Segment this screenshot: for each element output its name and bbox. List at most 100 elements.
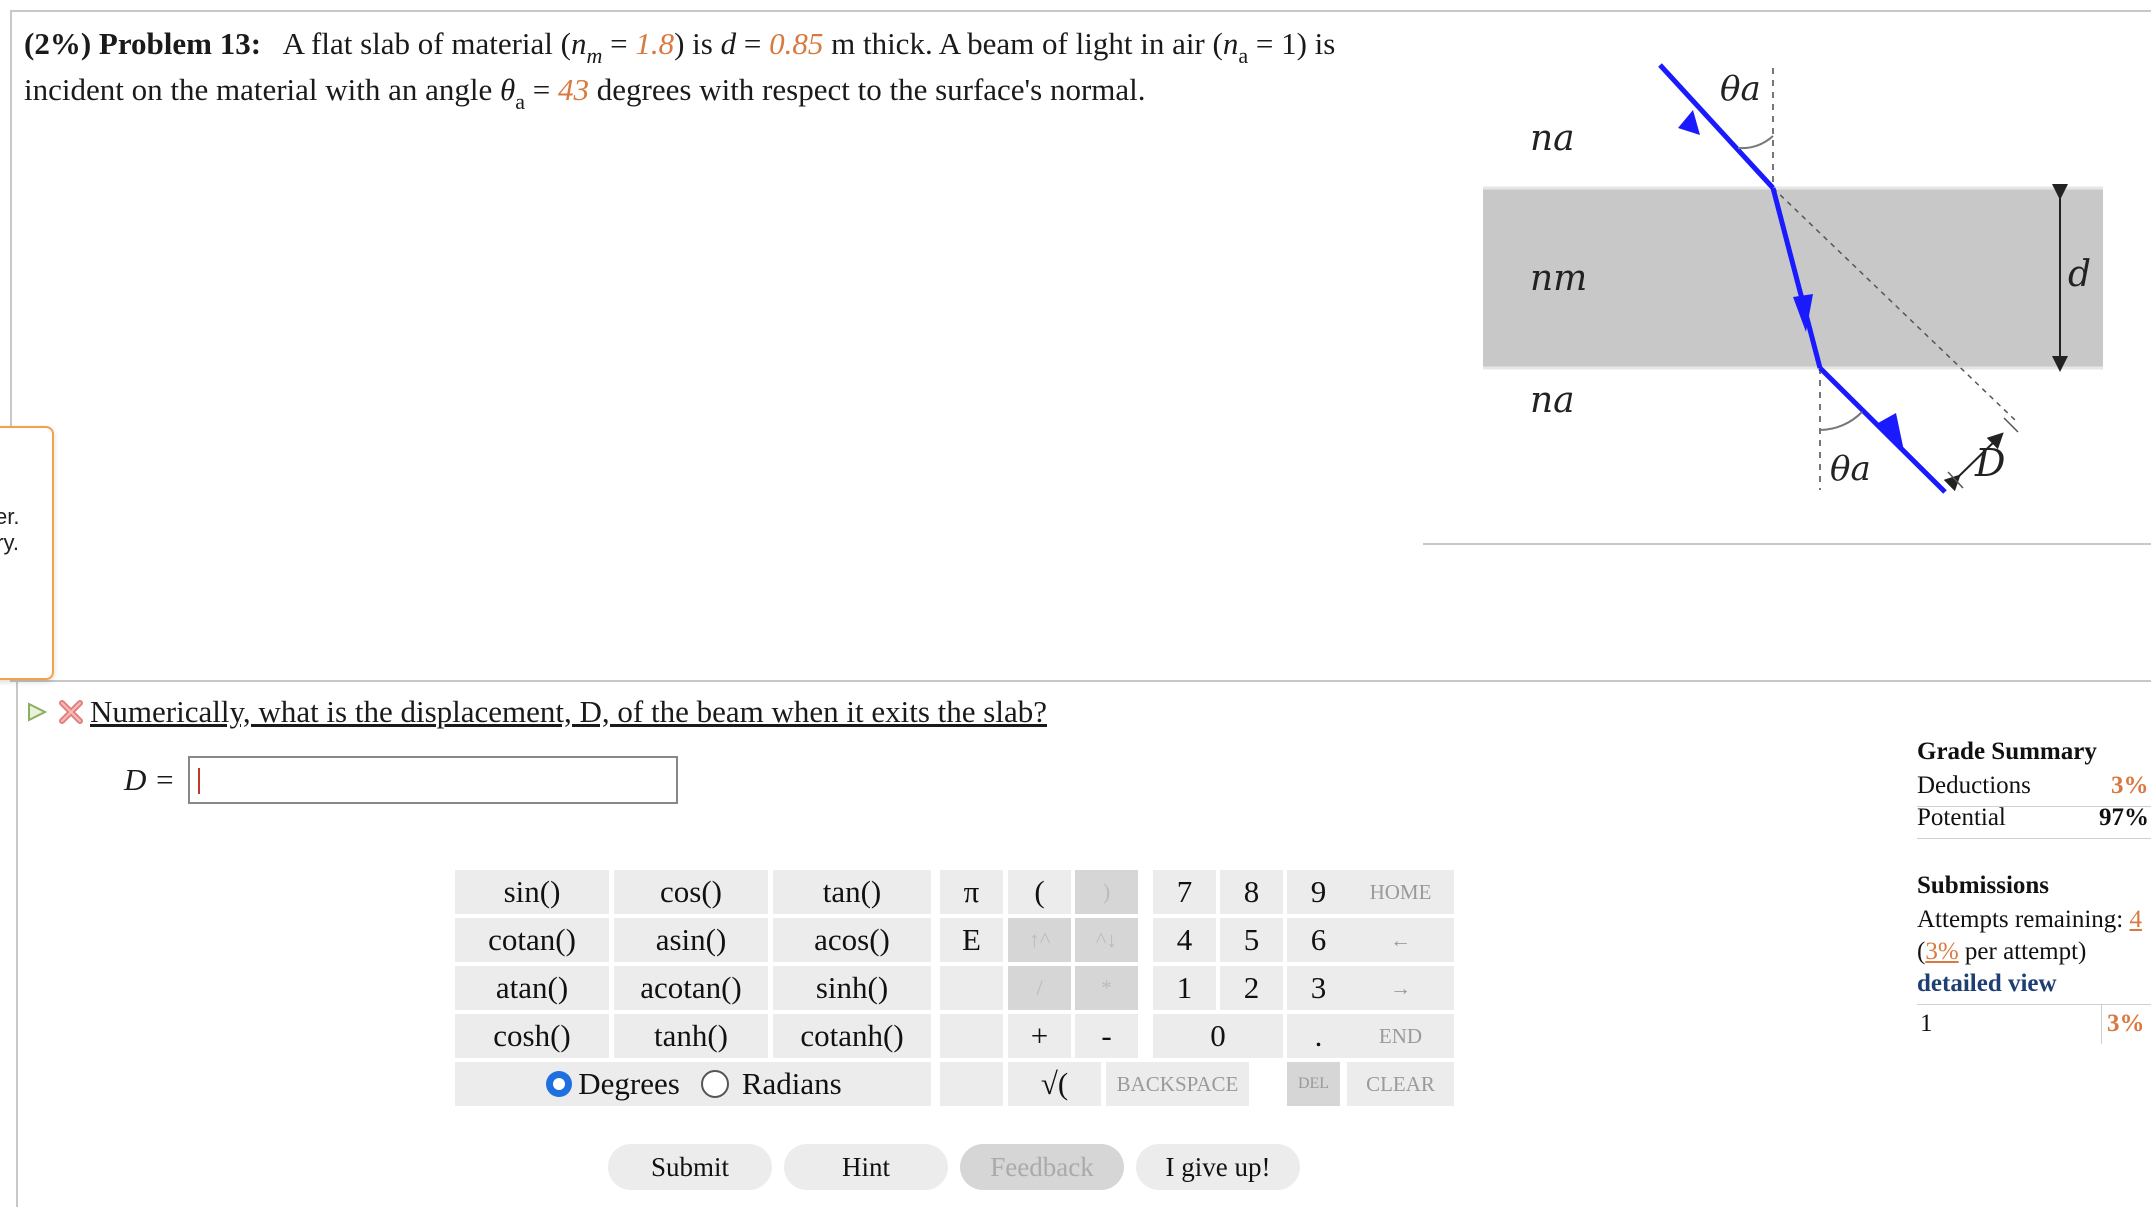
key-decimal[interactable]: .	[1287, 1014, 1350, 1058]
key-open-paren[interactable]: (	[1008, 870, 1071, 914]
key-divide[interactable]: /	[1008, 966, 1071, 1010]
frame-top-border	[10, 10, 2151, 12]
degrees-label: Degrees	[578, 1066, 680, 1101]
fig-label-na-top: na	[1530, 118, 1575, 159]
key-cotan[interactable]: cotan()	[455, 918, 609, 962]
key-9[interactable]: 9	[1287, 870, 1350, 914]
fig-d-label: d	[2068, 254, 2091, 295]
submit-button[interactable]: Submit	[608, 1144, 772, 1190]
slab-diagram: na nm na θa θa d D	[1423, 63, 2151, 545]
potential-label: Potential	[1917, 804, 2006, 831]
value-nm: 1.8	[635, 26, 675, 61]
eq-3: =	[525, 72, 559, 107]
incident-arrowhead	[1678, 110, 1700, 135]
key-blank-1	[940, 966, 1003, 1010]
deductions-value: 3%	[2111, 772, 2149, 799]
key-e[interactable]: E	[940, 918, 1003, 962]
value-d: 0.85	[769, 26, 824, 61]
key-blank-3	[940, 1062, 1003, 1106]
attempts-remaining: Attempts remaining: 4	[1917, 906, 2142, 934]
help-tooltip: ver. ory.	[0, 426, 54, 680]
var-theta-sub: a	[515, 89, 526, 114]
key-multiply[interactable]: *	[1075, 966, 1138, 1010]
key-right[interactable]: →	[1347, 966, 1454, 1010]
problem-text-2: ) is	[674, 26, 721, 61]
key-4[interactable]: 4	[1153, 918, 1216, 962]
incorrect-x-icon	[59, 700, 83, 724]
attempts-label: Attempts remaining:	[1917, 906, 2130, 933]
key-8[interactable]: 8	[1220, 870, 1283, 914]
key-down-arrow[interactable]: ^↓	[1075, 918, 1138, 962]
feedback-button[interactable]: Feedback	[960, 1144, 1124, 1190]
key-sinh[interactable]: sinh()	[773, 966, 931, 1010]
answer-input[interactable]	[188, 756, 678, 804]
eq-2: =	[736, 26, 770, 61]
eq-1: =	[602, 26, 636, 61]
key-2[interactable]: 2	[1220, 966, 1283, 1010]
key-sqrt[interactable]: √(	[1008, 1062, 1101, 1106]
key-5[interactable]: 5	[1220, 918, 1283, 962]
play-triangle-icon[interactable]	[26, 701, 48, 723]
deductions-label: Deductions	[1917, 772, 2031, 799]
tooltip-line-1: ver.	[0, 504, 20, 529]
problem-statement-line1: (2%) Problem 13: A flat slab of material…	[24, 22, 1335, 69]
key-acos[interactable]: acos()	[773, 918, 931, 962]
var-n-a-sub: a	[1238, 43, 1249, 68]
key-acotan[interactable]: acotan()	[614, 966, 768, 1010]
key-up-arrow[interactable]: ↑^	[1008, 918, 1071, 962]
key-blank-2	[940, 1014, 1003, 1058]
key-close-paren[interactable]: )	[1075, 870, 1138, 914]
key-0[interactable]: 0	[1153, 1014, 1283, 1058]
problem-text-3: m thick. A beam of light in air (	[823, 26, 1223, 61]
key-tan[interactable]: tan()	[773, 870, 931, 914]
degrees-radio[interactable]: Degrees	[544, 1066, 680, 1102]
question-row: Numerically, what is the displacement, D…	[26, 694, 1047, 730]
var-n-m: n	[570, 26, 587, 61]
D-tick-2	[2003, 417, 2019, 433]
key-3[interactable]: 3	[1287, 966, 1350, 1010]
question-text[interactable]: Numerically, what is the displacement, D…	[90, 694, 1047, 730]
key-left[interactable]: ←	[1347, 918, 1454, 962]
fig-label-na-bottom: na	[1530, 380, 1575, 421]
detailed-view-link[interactable]: detailed view	[1917, 970, 2057, 998]
section-divider	[10, 680, 2151, 682]
key-asin[interactable]: asin()	[614, 918, 768, 962]
key-cos[interactable]: cos()	[614, 870, 768, 914]
potential-rule	[1917, 838, 2151, 839]
key-clear[interactable]: CLEAR	[1347, 1062, 1454, 1106]
key-del[interactable]: DEL	[1287, 1062, 1340, 1106]
problem-text-6: degrees with respect to the surface's no…	[589, 72, 1146, 107]
problem-text-5: incident on the material with an angle	[24, 72, 501, 107]
key-home[interactable]: HOME	[1347, 870, 1454, 914]
key-cotanh[interactable]: cotanh()	[773, 1014, 931, 1058]
key-pi[interactable]: π	[940, 870, 1003, 914]
key-tanh[interactable]: tanh()	[614, 1014, 768, 1058]
problem-text-1: A flat slab of material (	[282, 26, 571, 61]
submissions-title: Submissions	[1917, 872, 2050, 899]
key-cosh[interactable]: cosh()	[455, 1014, 609, 1058]
submission-row-index: 1	[1920, 1010, 1933, 1037]
fig-label-nm: nm	[1530, 258, 1587, 299]
radio-empty-icon	[700, 1070, 729, 1098]
key-1[interactable]: 1	[1153, 966, 1216, 1010]
give-up-button[interactable]: I give up!	[1136, 1144, 1300, 1190]
key-6[interactable]: 6	[1287, 918, 1350, 962]
var-d: d	[720, 26, 737, 61]
key-backspace[interactable]: BACKSPACE	[1106, 1062, 1249, 1106]
key-plus[interactable]: +	[1008, 1014, 1071, 1058]
attempts-value: 4	[2129, 906, 2142, 933]
var-n-m-sub: m	[586, 43, 603, 68]
key-7[interactable]: 7	[1153, 870, 1216, 914]
key-end[interactable]: END	[1347, 1014, 1454, 1058]
radians-radio[interactable]: Radians	[700, 1066, 842, 1102]
fig-theta-bottom: θa	[1830, 449, 1871, 489]
var-n-a: n	[1222, 26, 1239, 61]
key-atan[interactable]: atan()	[455, 966, 609, 1010]
key-minus[interactable]: -	[1075, 1014, 1138, 1058]
frame-left-border-lower	[16, 682, 18, 1207]
angle-mode-row: Degrees Radians	[455, 1062, 931, 1106]
tooltip-line-2: ory.	[0, 530, 20, 555]
key-sin[interactable]: sin()	[455, 870, 609, 914]
hint-button[interactable]: Hint	[784, 1144, 948, 1190]
per-attempt-value: 3%	[1925, 938, 1959, 965]
